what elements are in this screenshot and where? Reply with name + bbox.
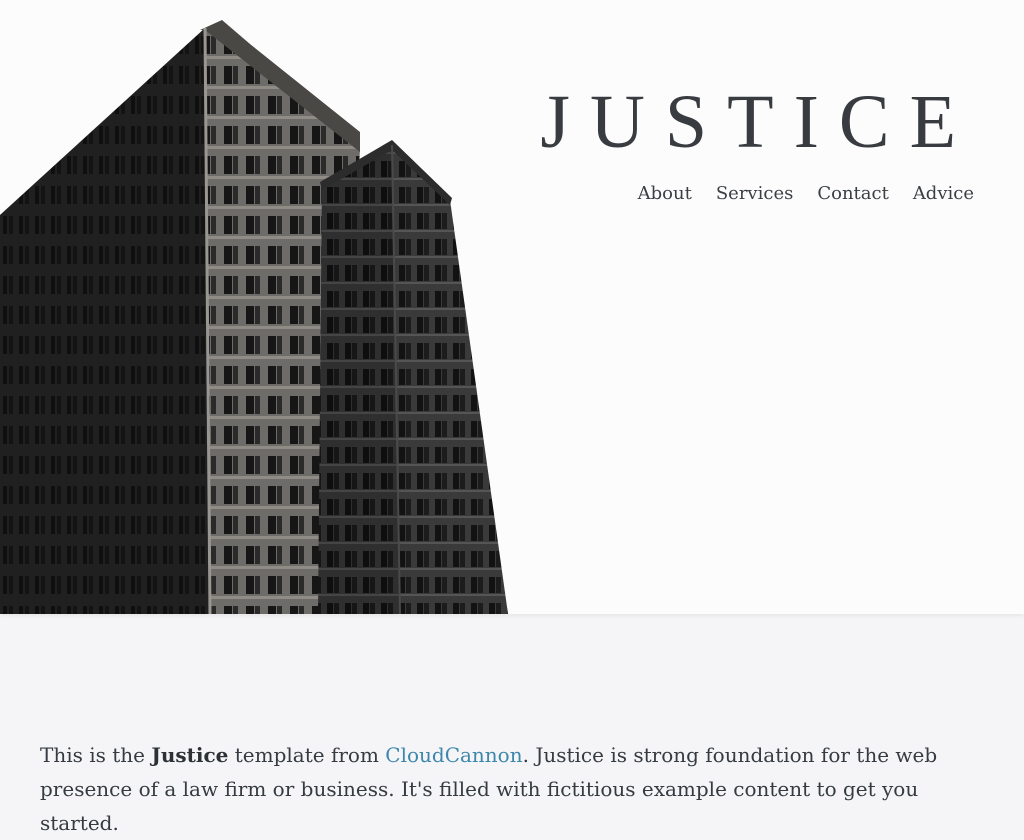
hero-building-image — [0, 20, 508, 614]
intro-paragraph: This is the Justice template from CloudC… — [40, 738, 984, 840]
nav-link-contact[interactable]: Contact — [817, 183, 888, 204]
intro-template-name: Justice — [151, 743, 229, 767]
site-header: JUSTICE About Services Contact Advice — [0, 0, 1024, 614]
main-navigation: About Services Contact Advice — [638, 183, 974, 204]
nav-link-about[interactable]: About — [638, 183, 692, 204]
nav-link-advice[interactable]: Advice — [913, 183, 974, 204]
intro-text-middle: template from — [228, 743, 386, 767]
nav-link-services[interactable]: Services — [716, 183, 793, 204]
site-title[interactable]: JUSTICE — [540, 84, 976, 160]
cloudcannon-link[interactable]: CloudCannon — [385, 743, 522, 767]
intro-text-prefix: This is the — [40, 743, 152, 767]
